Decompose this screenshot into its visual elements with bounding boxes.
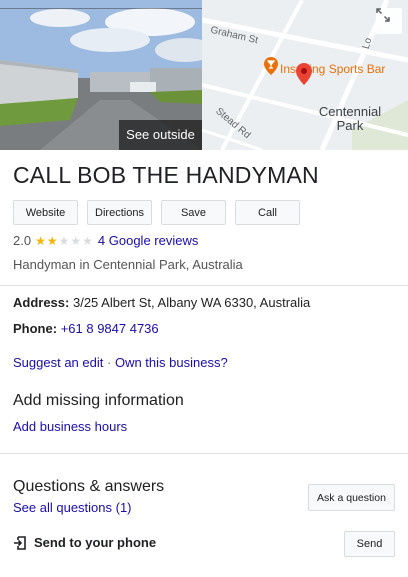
directions-button[interactable]: Directions [87,200,152,225]
address-row: Address: 3/25 Albert St, Albany WA 6330,… [13,295,310,310]
map-area-label: Centennial Park [318,104,382,133]
divider [0,285,408,286]
suggest-edit-link[interactable]: Suggest an edit [13,355,103,370]
missing-info-heading: Add missing information [13,392,184,409]
edit-row: Suggest an edit · Own this business? [13,355,228,370]
map-pin-icon [296,63,312,85]
reviews-link[interactable]: 4 Google reviews [98,233,198,248]
phone-link[interactable]: +61 8 9847 4736 [61,321,159,336]
expand-icon [376,8,390,22]
star-icon: ★ [35,234,46,248]
ask-question-button[interactable]: Ask a question [308,484,395,511]
see-outside-button[interactable]: See outside [119,120,202,150]
add-hours-link[interactable]: Add business hours [13,419,127,434]
star-icon: ★ [70,234,82,248]
rating-stars: ★★★★★ [35,233,94,248]
phone-row: Phone: +61 8 9847 4736 [13,321,159,336]
action-buttons: Website Directions Save Call [13,200,309,225]
star-icon: ★ [82,234,93,248]
own-business-link[interactable]: Own this business? [115,355,228,370]
address-label: Address: [13,295,70,310]
star-icon: ★ [46,234,58,248]
rating-row: 2.0 ★★★★★ 4 Google reviews [13,233,198,248]
send-to-phone-row[interactable]: Send to your phone [13,535,156,550]
rating-score: 2.0 [13,233,32,248]
send-to-phone-icon [14,535,26,550]
send-to-phone-label: Send to your phone [34,535,157,550]
map-thumbnail[interactable]: Graham St Stead Rd Lo Inspiring Sports B… [202,0,408,150]
call-button[interactable]: Call [235,200,300,225]
address-value: 3/25 Albert St, Albany WA 6330, Australi… [72,295,311,310]
send-button[interactable]: Send [344,531,395,557]
phone-label: Phone: [13,321,58,336]
star-icon: ★ [58,234,70,248]
divider [0,453,408,454]
business-category: Handyman in Centennial Park, Australia [13,257,243,272]
see-all-questions-link[interactable]: See all questions (1) [13,500,132,515]
save-button[interactable]: Save [161,200,226,225]
expand-map-button[interactable] [376,8,402,34]
website-button[interactable]: Website [13,200,78,225]
qa-heading: Questions & answers [13,478,165,495]
business-name: CALL BOB THE HANDYMAN [13,162,319,188]
bar-icon [264,57,278,75]
separator: · [106,355,112,370]
street-photo[interactable]: See outside [0,0,202,150]
media-strip: See outside Graham St Stead Rd Lo Inspir… [0,0,408,150]
